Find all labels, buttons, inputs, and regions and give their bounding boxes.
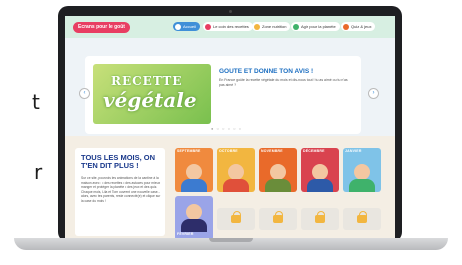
nav-label: Agir pour la planète	[301, 24, 336, 29]
character-face	[186, 204, 202, 220]
nav-accueil[interactable]: Accueil	[173, 22, 200, 31]
month-tile-septembre[interactable]: SEPTEMBRE	[175, 148, 213, 192]
month-tile-novembre[interactable]: NOVEMBRE	[259, 148, 297, 192]
months-body: Sur ce site, pourvois les animations de …	[81, 176, 161, 203]
character-body	[307, 179, 333, 192]
background-letter-t: t	[32, 90, 40, 114]
nav-label: Quiz & jeux	[351, 24, 372, 29]
months-section: TOUS LES MOIS, ON T'EN DIT PLUS ! Sur ce…	[65, 136, 395, 238]
hero-text: En France goûte la recette végétale du m…	[219, 78, 348, 87]
camera-icon	[229, 10, 232, 13]
laptop-base	[14, 238, 448, 250]
carousel-dots[interactable]: ● ○ ○ ○ ○ ○	[211, 126, 242, 131]
locked-month-tile	[343, 208, 381, 230]
nav-label: Le coin des recettes	[213, 24, 249, 29]
character-face	[228, 164, 244, 180]
hero-image-line2: végétale	[103, 88, 197, 112]
month-tile-decembre[interactable]: DÉCEMBRE	[301, 148, 339, 192]
locked-month-tile	[259, 208, 297, 230]
character-body	[181, 179, 207, 192]
character-face	[354, 164, 370, 180]
carousel-prev-button[interactable]: ‹	[79, 88, 90, 99]
lock-icon	[357, 215, 367, 223]
locked-month-tile	[217, 208, 255, 230]
month-tile-octobre[interactable]: OCTOBRE	[217, 148, 255, 192]
planet-icon	[293, 23, 299, 30]
hero-carousel: RECETTE végétale GOUTE ET DONNE TON AVIS…	[85, 56, 361, 134]
month-label: NOVEMBRE	[261, 149, 283, 153]
character-body	[349, 179, 375, 192]
lock-icon	[315, 215, 325, 223]
month-label: FÉVRIER	[177, 232, 194, 236]
month-label: OCTOBRE	[219, 149, 238, 153]
month-label: SEPTEMBRE	[177, 149, 201, 153]
nav-nutrition[interactable]: Zone nutrition	[252, 22, 291, 31]
site-header: Ecrans pour le goût Accueil Le coin des …	[65, 16, 395, 38]
month-tile-fevrier[interactable]: FÉVRIER	[175, 196, 213, 238]
nav-recettes[interactable]: Le coin des recettes	[203, 22, 253, 31]
character-body	[265, 179, 291, 192]
laptop-notch	[209, 238, 253, 242]
hero-image[interactable]: RECETTE végétale	[93, 64, 211, 124]
character-face	[270, 164, 286, 180]
site-logo[interactable]: Ecrans pour le goût	[73, 22, 130, 33]
nav-quiz[interactable]: Quiz & jeux	[341, 22, 376, 31]
laptop-lid: Ecrans pour le goût Accueil Le coin des …	[58, 6, 402, 242]
nav-label: Zone nutrition	[262, 24, 287, 29]
hero-title: GOUTE ET DONNE TON AVIS !	[219, 68, 314, 75]
lock-icon	[231, 215, 241, 223]
nutrition-icon	[254, 23, 260, 30]
character-face	[186, 164, 202, 180]
laptop-screen: Ecrans pour le goût Accueil Le coin des …	[65, 16, 395, 238]
home-icon	[175, 23, 181, 30]
nav-planete[interactable]: Agir pour la planète	[291, 22, 340, 31]
lock-icon	[273, 215, 283, 223]
locked-month-tile	[301, 208, 339, 230]
recipe-icon	[205, 23, 211, 30]
months-title: TOUS LES MOIS, ON T'EN DIT PLUS !	[81, 153, 156, 170]
quiz-icon	[343, 23, 349, 30]
carousel-next-button[interactable]: ›	[368, 88, 379, 99]
hero-image-line1: RECETTE	[111, 74, 183, 88]
month-label: DÉCEMBRE	[303, 149, 325, 153]
character-face	[312, 164, 328, 180]
months-info-panel: TOUS LES MOIS, ON T'EN DIT PLUS ! Sur ce…	[75, 148, 165, 236]
month-label: JANVIER	[345, 149, 362, 153]
month-tile-janvier[interactable]: JANVIER	[343, 148, 381, 192]
nav-label: Accueil	[183, 24, 196, 29]
background-letter-r: r	[34, 160, 43, 184]
character-body	[181, 219, 207, 232]
character-body	[223, 179, 249, 192]
